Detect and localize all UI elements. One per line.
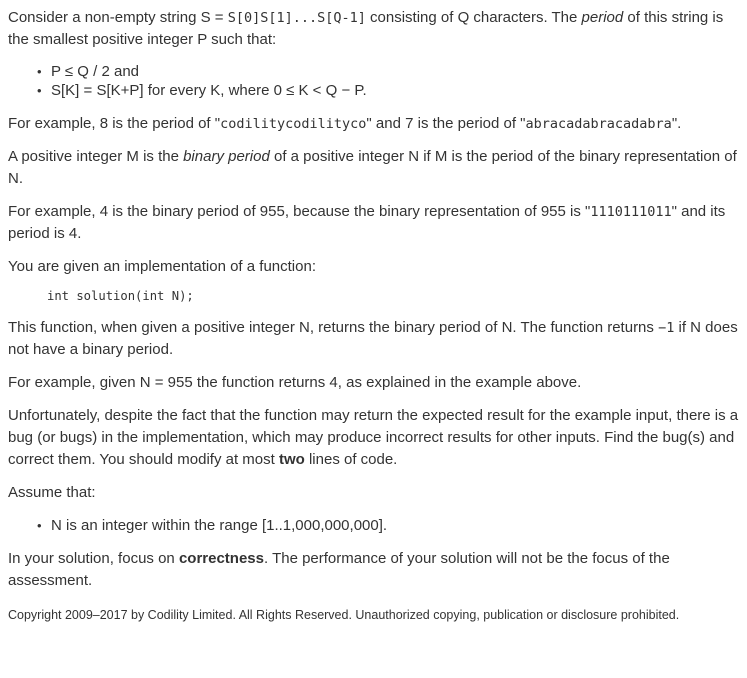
focus-paragraph: In your solution, focus on correctness. … — [8, 550, 670, 589]
list-item: N is an integer within the range [1..1,0… — [37, 516, 739, 535]
period-conditions-list: P ≤ Q / 2 and S[K] = S[K+P] for every K,… — [8, 62, 739, 100]
function-signature: int solution(int N); — [47, 289, 194, 303]
assumptions-list: N is an integer within the range [1..1,0… — [8, 516, 739, 535]
binary-period-definition: A positive integer M is the binary perio… — [8, 148, 737, 187]
term-binary-period: binary period — [183, 148, 270, 165]
list-item: P ≤ Q / 2 and — [37, 62, 739, 81]
string-notation: S[0]S[1]...S[Q-1] — [227, 10, 366, 26]
task-description: Consider a non-empty string S = S[0]S[1]… — [0, 0, 747, 626]
example-string-1: codilitycodilityco — [220, 116, 367, 132]
copyright-notice: Copyright 2009–2017 by Codility Limited.… — [8, 608, 680, 622]
return-value-code: −1 — [658, 320, 675, 336]
binary-example-paragraph: For example, 4 is the binary period of 9… — [8, 203, 726, 242]
example-string-2: abracadabracadabra — [525, 116, 672, 132]
given-paragraph: You are given an implementation of a fun… — [8, 258, 316, 275]
task-paragraph: Unfortunately, despite the fact that the… — [8, 407, 739, 468]
intro-paragraph: Consider a non-empty string S = S[0]S[1]… — [8, 9, 724, 48]
period-example-paragraph: For example, 8 is the period of "codilit… — [8, 115, 682, 132]
function-description: This function, when given a positive int… — [8, 319, 738, 358]
term-period: period — [581, 9, 624, 26]
emphasis-correctness: correctness — [178, 550, 264, 567]
emphasis-two: two — [278, 451, 305, 468]
assume-heading: Assume that: — [8, 484, 96, 501]
binary-representation: 1110111011 — [590, 204, 672, 220]
list-item: S[K] = S[K+P] for every K, where 0 ≤ K <… — [37, 81, 739, 100]
function-example-paragraph: For example, given N = 955 the function … — [8, 374, 582, 391]
